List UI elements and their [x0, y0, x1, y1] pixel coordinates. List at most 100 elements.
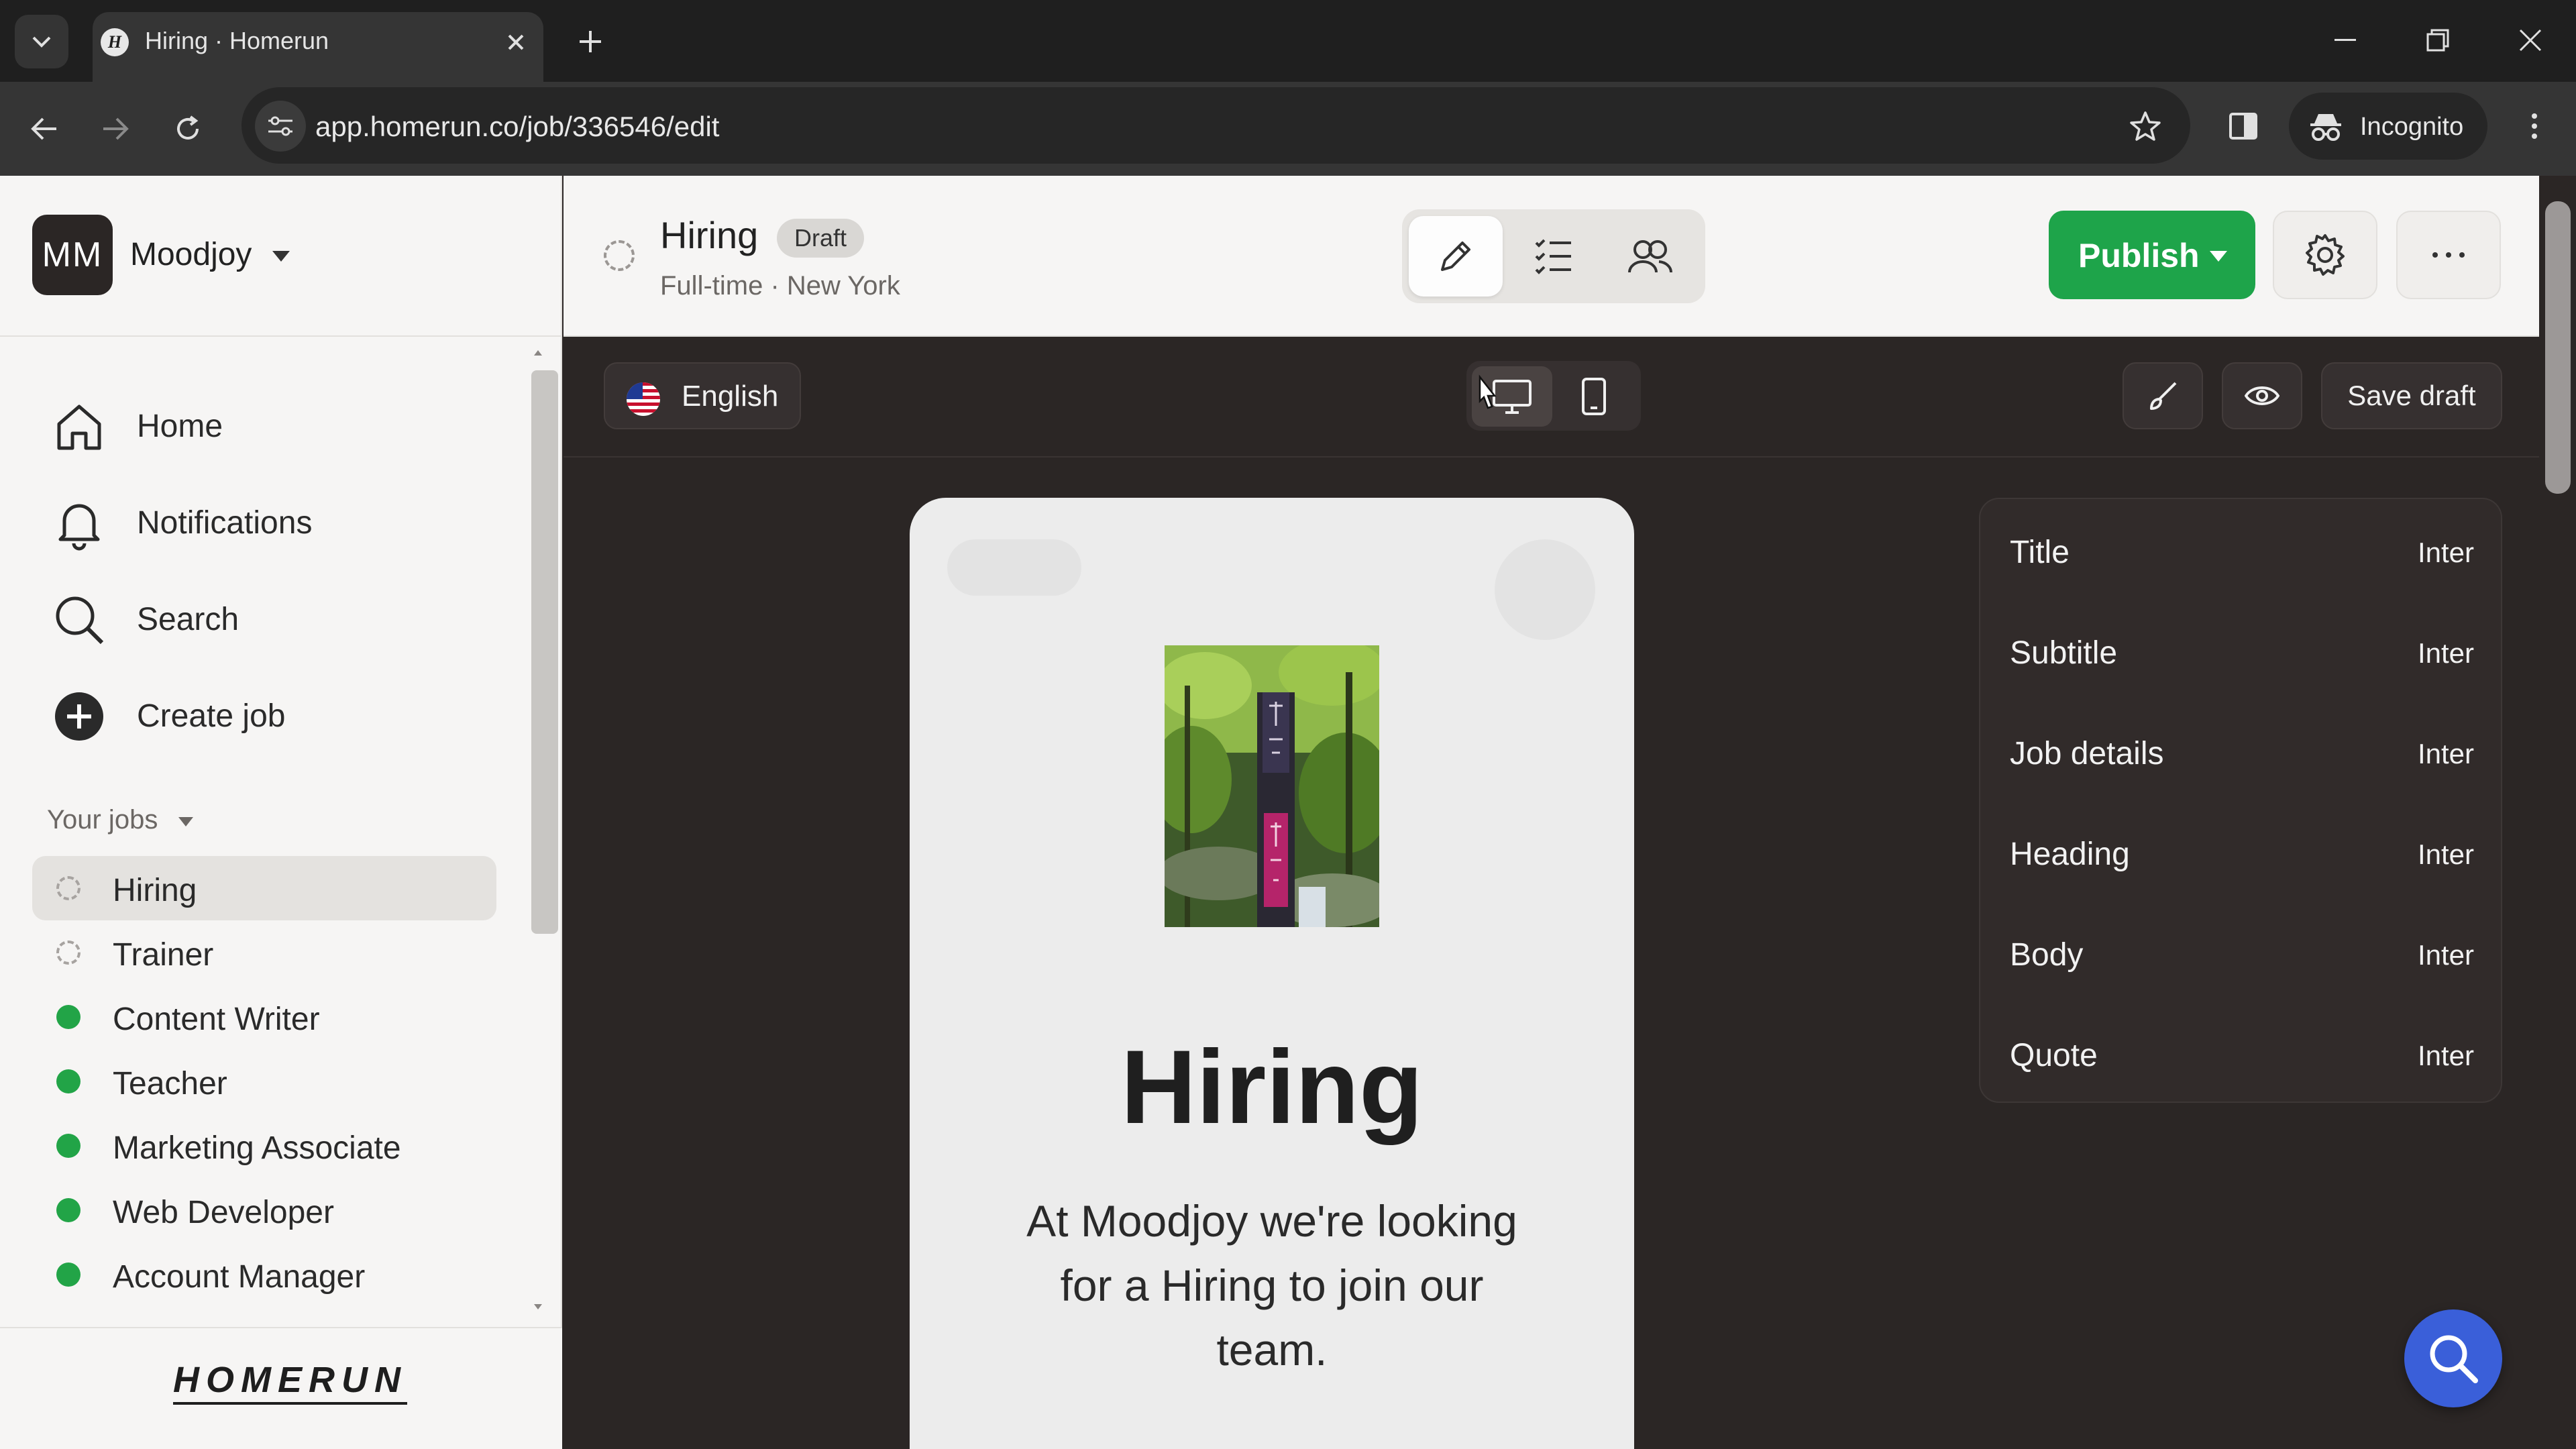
sidebar-item-home[interactable]: Home: [51, 381, 480, 455]
job-item-hiring[interactable]: Hiring: [32, 856, 496, 920]
save-draft-label: Save draft: [2347, 380, 2476, 411]
preview-button[interactable]: [2222, 362, 2302, 429]
published-status-icon: [56, 1005, 80, 1029]
more-horizontal-icon: [2432, 252, 2465, 258]
job-meta: Full-time · New York: [660, 271, 900, 301]
site-info-button[interactable]: [255, 101, 306, 152]
font-row-title[interactable]: Title Inter: [1980, 499, 2504, 600]
side-panel-button[interactable]: [2218, 101, 2269, 152]
caret-down-icon[interactable]: [271, 250, 291, 263]
tab-search-button[interactable]: [15, 15, 68, 68]
url-text[interactable]: app.homerun.co/job/336546/edit: [315, 111, 719, 143]
reload-button[interactable]: [162, 103, 213, 154]
font-setting-label: Job details: [2010, 736, 2164, 771]
job-label: Web Developer: [113, 1195, 334, 1230]
font-setting-value: Inter: [2417, 637, 2474, 669]
checklist-icon: [1535, 239, 1571, 274]
close-icon: [2519, 29, 2542, 52]
job-label: Account Manager: [113, 1259, 366, 1295]
draft-status-icon: [56, 876, 80, 900]
save-draft-button[interactable]: Save draft: [2321, 362, 2502, 429]
help-search-button[interactable]: [2404, 1309, 2502, 1407]
font-setting-value: Inter: [2417, 839, 2474, 870]
theme-brush-button[interactable]: [2123, 362, 2203, 429]
incognito-icon: [2310, 114, 2341, 141]
job-preview-card[interactable]: Hiring At Moodjoy we're looking for a Hi…: [910, 498, 1634, 1449]
back-button[interactable]: [19, 103, 70, 154]
font-setting-label: Heading: [2010, 837, 2130, 872]
mouse-cursor-icon: [1479, 374, 1497, 409]
eye-icon: [2245, 386, 2279, 405]
job-item-marketing-associate[interactable]: Marketing Associate: [32, 1114, 496, 1178]
page-scrollbar-thumb[interactable]: [2545, 201, 2571, 494]
sidebar-item-label: Create job: [137, 698, 286, 734]
job-item-trainer[interactable]: Trainer: [32, 920, 496, 985]
more-vertical-icon: [2532, 113, 2537, 139]
font-row-heading[interactable]: Heading Inter: [1980, 801, 2504, 902]
sidebar-item-label: Search: [137, 602, 239, 637]
more-options-button[interactable]: [2396, 211, 2501, 299]
forward-button[interactable]: [90, 103, 141, 154]
font-row-job-details[interactable]: Job details Inter: [1980, 700, 2504, 801]
status-badge: Draft: [777, 219, 865, 258]
job-cover-image[interactable]: [1165, 645, 1379, 927]
homerun-logo: HOMERUN: [173, 1359, 407, 1405]
job-label: Content Writer: [113, 1002, 320, 1037]
plus-icon: [580, 31, 601, 52]
candidates-button[interactable]: [1603, 216, 1697, 297]
caret-down-icon: [2210, 251, 2227, 262]
job-item-teacher[interactable]: Teacher: [32, 1049, 496, 1114]
sidebar-divider: [0, 335, 562, 337]
restore-button[interactable]: [2411, 16, 2465, 64]
preview-job-title: Hiring: [1120, 1029, 1424, 1146]
draft-status-icon: [56, 941, 80, 965]
brush-icon: [2150, 382, 2177, 410]
chevron-down-icon: [32, 36, 51, 48]
settings-button[interactable]: [2273, 211, 2377, 299]
job-label: Teacher: [113, 1066, 227, 1102]
arrow-right-icon: [103, 117, 129, 140]
us-flag-icon: [627, 382, 660, 416]
font-row-subtitle[interactable]: Subtitle Inter: [1980, 600, 2504, 700]
minimize-button[interactable]: [2318, 16, 2372, 64]
sidebar-item-label: Home: [137, 409, 223, 444]
reload-icon: [177, 115, 199, 140]
sidebar-scrollbar-thumb[interactable]: [531, 370, 558, 934]
preview-placeholder-pill: [947, 539, 1081, 596]
mobile-icon: [1582, 378, 1606, 415]
published-status-icon: [56, 1134, 80, 1158]
sidebar-item-notifications[interactable]: Notifications: [51, 478, 480, 551]
sidebar-item-create-job[interactable]: Create job: [51, 671, 480, 745]
typography-panel: Title Inter Subtitle Inter Job details I…: [1979, 498, 2502, 1103]
job-item-account-manager[interactable]: Account Manager: [32, 1242, 496, 1307]
arrow-left-icon: [31, 117, 56, 140]
workspace-name[interactable]: Moodjoy: [130, 236, 252, 273]
new-tab-button[interactable]: [569, 20, 612, 63]
preview-placeholder-avatar: [1495, 539, 1595, 640]
bookmark-button[interactable]: [2120, 101, 2171, 152]
font-row-quote[interactable]: Quote Inter: [1980, 1002, 2504, 1103]
edit-mode-button[interactable]: [1409, 216, 1503, 297]
job-item-content-writer[interactable]: Content Writer: [32, 985, 496, 1049]
mobile-view-button[interactable]: [1554, 366, 1634, 427]
font-setting-label: Title: [2010, 535, 2070, 570]
tab-close-button[interactable]: [499, 25, 533, 59]
incognito-label: Incognito: [2360, 113, 2464, 141]
application-form-button[interactable]: [1507, 216, 1601, 297]
minimize-icon: [2334, 39, 2356, 41]
search-icon: [2430, 1335, 2478, 1383]
language-label: English: [682, 380, 779, 413]
job-item-web-developer[interactable]: Web Developer: [32, 1178, 496, 1242]
job-label: Trainer: [113, 937, 214, 973]
caret-down-icon[interactable]: [177, 816, 195, 828]
font-row-body[interactable]: Body Inter: [1980, 902, 2504, 1002]
workspace-avatar[interactable]: MM: [32, 215, 113, 295]
your-jobs-header[interactable]: Your jobs: [47, 805, 158, 835]
font-setting-label: Quote: [2010, 1038, 2098, 1073]
browser-menu-button[interactable]: [2509, 101, 2560, 152]
plus-circle-icon: [55, 692, 103, 741]
font-setting-label: Body: [2010, 937, 2084, 973]
publish-button[interactable]: Publish: [2049, 211, 2255, 299]
close-window-button[interactable]: [2504, 16, 2557, 64]
sidebar-item-search[interactable]: Search: [51, 574, 480, 648]
